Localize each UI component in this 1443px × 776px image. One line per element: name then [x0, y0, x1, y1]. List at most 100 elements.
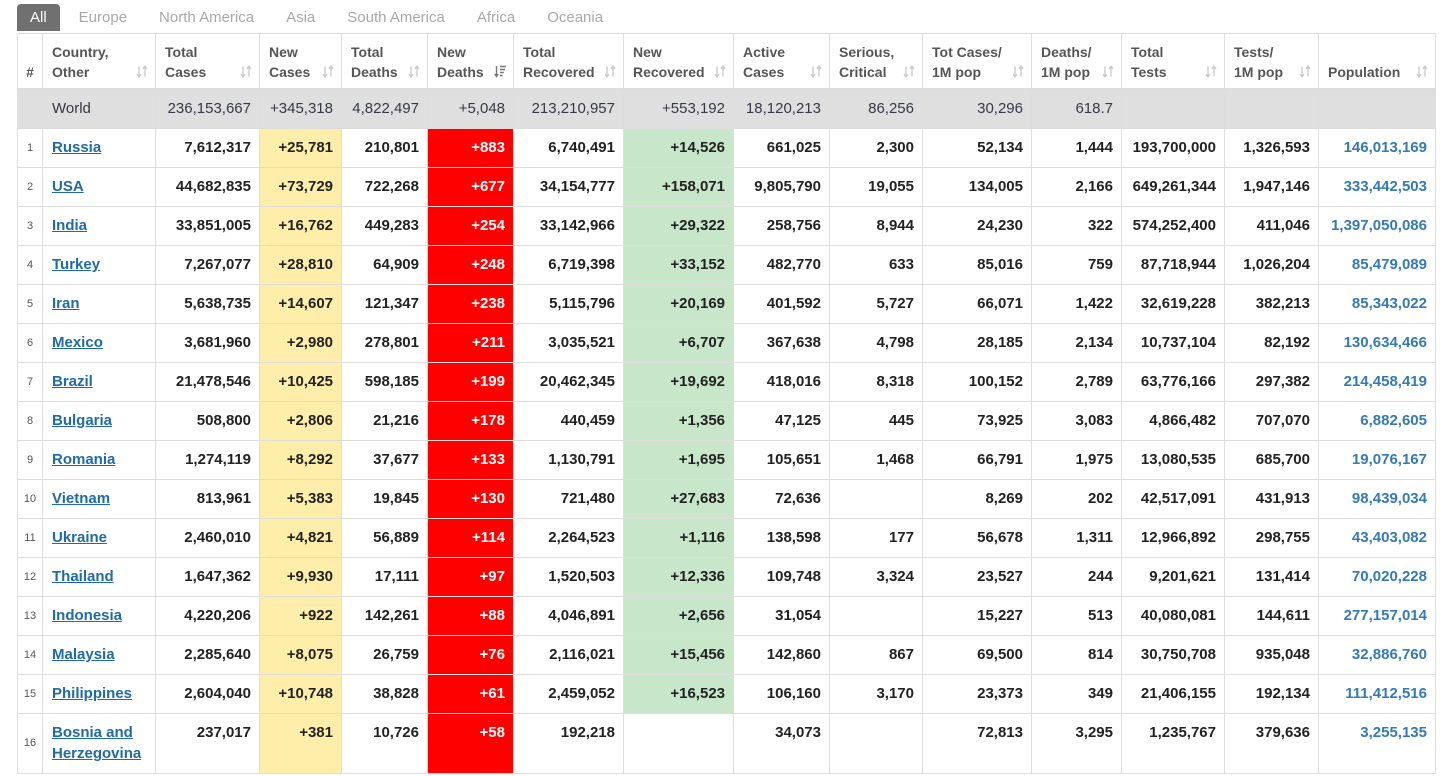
cell-total-tests: 21,406,155: [1121, 674, 1225, 714]
header-deaths-per-1m[interactable]: Deaths/ 1M pop: [1031, 33, 1122, 90]
cell-new-cases: +8,075: [259, 635, 342, 675]
cell-new-cases: +9,930: [259, 557, 342, 597]
country-link[interactable]: Malaysia: [52, 646, 115, 663]
region-tabs: All Europe North America Asia South Amer…: [17, 4, 1443, 31]
header-country[interactable]: Country, Other: [42, 33, 156, 90]
cell-total-recovered: 2,264,523: [513, 518, 624, 558]
cell-deaths-1m-pop: 2,789: [1031, 362, 1122, 402]
table-row: 11 Ukraine 2,460,010 +4,821 56,889 +114 2,264,…: [17, 518, 1436, 558]
country-link[interactable]: Mexico: [52, 334, 103, 351]
cell-country: India: [42, 206, 156, 246]
cell-total-deaths: 19,845: [341, 479, 428, 519]
cell-active-cases: 401,592: [733, 284, 830, 324]
cell-total-deaths: 278,801: [341, 323, 428, 363]
cell-new-recovered: +14,526: [623, 128, 734, 168]
header-rank: #: [17, 33, 43, 90]
cell-total-cases: 3,681,960: [155, 323, 260, 363]
cell-new-recovered: +1,116: [623, 518, 734, 558]
header-active-cases[interactable]: Active Cases: [733, 33, 830, 90]
cell-new-cases: +922: [259, 596, 342, 636]
cell-country: Philippines: [42, 674, 156, 714]
header-tot-cases-per-1m[interactable]: Tot Cases/ 1M pop: [922, 33, 1032, 90]
tab-north-america[interactable]: North America: [146, 4, 267, 31]
header-label: New Deaths: [437, 44, 484, 80]
cell-new-cases: +73,729: [259, 167, 342, 207]
header-label: Deaths/ 1M pop: [1041, 44, 1092, 80]
cell-total-recovered: 33,142,966: [513, 206, 624, 246]
header-new-deaths[interactable]: New Deaths: [427, 33, 514, 90]
cell-serious-critical: 5,727: [829, 284, 923, 324]
cell-tot-cases-1m-pop: 100,152: [922, 362, 1032, 402]
cell-new-cases: +10,748: [259, 674, 342, 714]
cell-active-cases: 109,748: [733, 557, 830, 597]
tab-all[interactable]: All: [17, 4, 60, 31]
header-population[interactable]: Population: [1318, 33, 1436, 90]
cell-total-tests: 10,737,104: [1121, 323, 1225, 363]
country-link[interactable]: Philippines: [52, 685, 132, 702]
cell-total-deaths: 121,347: [341, 284, 428, 324]
cell-serious-critical: 177: [829, 518, 923, 558]
country-link[interactable]: Thailand: [52, 568, 114, 585]
country-link[interactable]: Turkey: [52, 256, 100, 273]
country-link[interactable]: Bulgaria: [52, 412, 112, 429]
cell-new-deaths: +883: [427, 128, 514, 168]
cell-total-recovered: 1,520,503: [513, 557, 624, 597]
cell-tot-cases-1m-pop: 15,227: [922, 596, 1032, 636]
table-body: World 236,153,667 +345,318 4,822,497 +5,048 2…: [17, 88, 1436, 774]
header-serious-critical[interactable]: Serious, Critical: [829, 33, 923, 90]
cell-population: 146,013,169: [1318, 128, 1436, 168]
header-label: Serious, Critical: [839, 44, 895, 80]
cell-tot-cases-1m-pop: 134,005: [922, 167, 1032, 207]
cell-deaths-1m-pop: 202: [1031, 479, 1122, 519]
tab-south-america[interactable]: South America: [334, 4, 458, 31]
cell-active-cases: 367,638: [733, 323, 830, 363]
header-total-cases[interactable]: Total Cases: [155, 33, 260, 90]
header-new-recovered[interactable]: New Recovered: [623, 33, 734, 90]
country-link[interactable]: Indonesia: [52, 607, 122, 624]
cell-rank: [17, 88, 43, 129]
cell-rank: 8: [17, 401, 43, 441]
cell-deaths-1m-pop: 759: [1031, 245, 1122, 285]
cell-serious-critical: [829, 713, 923, 774]
sort-icon: [322, 65, 334, 78]
cell-tot-cases-1m-pop: 30,296: [922, 88, 1032, 129]
country-link[interactable]: Romania: [52, 451, 115, 468]
cell-tests-1m-pop: 411,046: [1224, 206, 1319, 246]
tab-asia[interactable]: Asia: [273, 4, 328, 31]
cell-total-tests: 574,252,400: [1121, 206, 1225, 246]
country-link[interactable]: India: [52, 217, 87, 234]
cell-tests-1m-pop: 1,326,593: [1224, 128, 1319, 168]
header-new-cases[interactable]: New Cases: [259, 33, 342, 90]
table-row: 15 Philippines 2,604,040 +10,748 38,828 +61 2,…: [17, 674, 1436, 714]
header-total-recovered[interactable]: Total Recovered: [513, 33, 624, 90]
tab-africa[interactable]: Africa: [464, 4, 528, 31]
header-total-deaths[interactable]: Total Deaths: [341, 33, 428, 90]
tab-oceania[interactable]: Oceania: [534, 4, 616, 31]
sort-icon: [810, 65, 822, 78]
country-link[interactable]: Vietnam: [52, 490, 110, 507]
cell-total-tests: 12,966,892: [1121, 518, 1225, 558]
cell-total-tests: 9,201,621: [1121, 557, 1225, 597]
tab-europe[interactable]: Europe: [66, 4, 140, 31]
cell-serious-critical: [829, 479, 923, 519]
sort-icon: [1299, 65, 1311, 78]
country-link[interactable]: Ukraine: [52, 529, 107, 546]
country-link[interactable]: Iran: [52, 295, 80, 312]
cell-tests-1m-pop: 192,134: [1224, 674, 1319, 714]
cell-active-cases: 418,016: [733, 362, 830, 402]
cell-country: USA: [42, 167, 156, 207]
header-tests-per-1m[interactable]: Tests/ 1M pop: [1224, 33, 1319, 90]
cell-country: World: [42, 88, 156, 129]
country-link[interactable]: USA: [52, 178, 84, 195]
country-link[interactable]: Brazil: [52, 373, 93, 390]
header-total-tests[interactable]: Total Tests: [1121, 33, 1225, 90]
sort-icon: [714, 65, 726, 78]
sort-icon: [136, 65, 148, 78]
cell-tot-cases-1m-pop: 8,269: [922, 479, 1032, 519]
cell-total-deaths: 142,261: [341, 596, 428, 636]
cell-rank: 7: [17, 362, 43, 402]
country-link[interactable]: Russia: [52, 139, 101, 156]
country-link[interactable]: Bosnia and Herzegovina: [52, 724, 141, 762]
cell-tests-1m-pop: 297,382: [1224, 362, 1319, 402]
cell-serious-critical: 86,256: [829, 88, 923, 129]
